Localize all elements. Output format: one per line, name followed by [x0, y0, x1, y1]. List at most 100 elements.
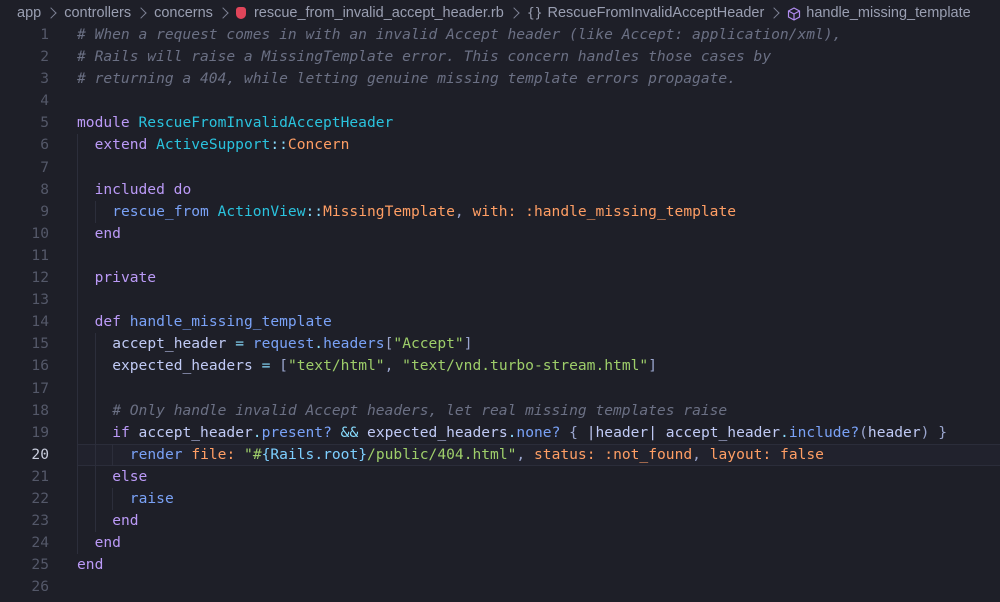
line-number[interactable]: 22	[0, 488, 49, 510]
token-class: Concern	[287, 136, 350, 154]
code-line[interactable]: 8 included do	[0, 178, 1000, 201]
code-line[interactable]: 23 end	[0, 510, 1000, 533]
code-line[interactable]: 15 accept_header = request.headers["Accep…	[0, 333, 1000, 356]
line-number[interactable]: 26	[0, 576, 49, 598]
token-kw: else	[112, 467, 148, 485]
breadcrumb-segment-controllers[interactable]: controllers	[64, 5, 131, 21]
code-line[interactable]: 1 # When a request comes in with an inval…	[0, 24, 1000, 46]
indent-guide	[77, 222, 78, 245]
token-sym: status: :not_found	[534, 445, 693, 463]
code-line[interactable]: 12 private	[0, 267, 1000, 290]
token-var: |header| accept_header	[586, 423, 781, 441]
line-number[interactable]: 10	[0, 223, 49, 245]
code-line[interactable]: 18 # Only handle invalid Accept headers, …	[0, 399, 1000, 422]
line-number[interactable]: 16	[0, 355, 49, 377]
code-text: included do	[95, 179, 192, 201]
code-line[interactable]: 20 render file: "#{Rails.root}/public/404…	[0, 443, 1000, 466]
line-number[interactable]: 5	[0, 112, 49, 134]
token-sym: layout:	[709, 445, 781, 463]
token-var: expected_headers	[112, 357, 262, 375]
indent-guide	[77, 355, 78, 378]
token-sym: with: :handle_missing_template	[472, 202, 737, 220]
line-number[interactable]: 13	[0, 289, 49, 311]
token-kw: end	[94, 534, 121, 552]
code-line[interactable]: 3 # returning a 404, while letting genuin…	[0, 68, 1000, 90]
breadcrumb-segment-module[interactable]: {} RescueFromInvalidAcceptHeader	[527, 5, 764, 21]
line-number[interactable]: 3	[0, 68, 49, 90]
code-line[interactable]: 11	[0, 244, 1000, 268]
code-text: private	[95, 267, 157, 289]
token-method: headers	[323, 335, 385, 353]
code-line[interactable]: 7	[0, 156, 1000, 179]
line-number[interactable]: 19	[0, 422, 49, 444]
code-line[interactable]: 4	[0, 90, 1000, 112]
indent-guide	[94, 465, 96, 488]
line-number[interactable]: 24	[0, 532, 49, 554]
breadcrumb-segment-file[interactable]: rescue_from_invalid_accept_header.rb	[235, 5, 504, 21]
token-punc: ) }	[920, 423, 947, 441]
code-text: if accept_header.present? && expected_he…	[112, 422, 947, 444]
code-line[interactable]: 13	[0, 289, 1000, 312]
line-number[interactable]: 9	[0, 201, 49, 223]
breadcrumb-segment-app[interactable]: app	[17, 5, 41, 21]
line-number[interactable]: 23	[0, 510, 49, 532]
line-number[interactable]: 8	[0, 179, 49, 201]
token-kw: end	[94, 224, 121, 242]
line-number[interactable]: 4	[0, 90, 49, 112]
code-line[interactable]: 26	[0, 576, 1000, 598]
indent-guide	[94, 510, 96, 533]
token-method: raise	[129, 489, 174, 507]
code-line[interactable]: 22 raise	[0, 487, 1000, 511]
line-number[interactable]: 15	[0, 333, 49, 355]
code-text: extend ActiveSupport::Concern	[95, 134, 350, 156]
line-number[interactable]: 21	[0, 466, 49, 488]
code-line[interactable]: 5 module RescueFromInvalidAcceptHeader	[0, 112, 1000, 134]
line-number[interactable]: 18	[0, 400, 49, 422]
code-line[interactable]: 9 rescue_from ActionView::MissingTemplate…	[0, 200, 1000, 223]
token-sym: file:	[191, 445, 245, 463]
indent-guide	[112, 487, 114, 511]
line-number[interactable]: 17	[0, 378, 49, 400]
code-line[interactable]: 2 # Rails will raise a MissingTemplate er…	[0, 46, 1000, 68]
code-text: raise	[130, 488, 174, 510]
indent-guide	[77, 289, 78, 312]
token-op: ::	[305, 202, 324, 220]
breadcrumb-segment-method[interactable]: handle_missing_template	[787, 5, 971, 21]
token-const: ActionView	[217, 202, 306, 220]
line-number[interactable]: 7	[0, 157, 49, 179]
chevron-right-icon	[768, 7, 780, 19]
breadcrumb-segment-concerns[interactable]: concerns	[154, 5, 213, 21]
code-line[interactable]: 21 else	[0, 465, 1000, 488]
line-number[interactable]: 11	[0, 245, 49, 267]
code-line[interactable]: 14 def handle_missing_template	[0, 311, 1000, 334]
code-line[interactable]: 24 end	[0, 532, 1000, 555]
token-kw: module	[77, 114, 139, 132]
token-kw: included	[94, 180, 174, 198]
indent-guide	[77, 421, 78, 444]
code-line[interactable]: 25 end	[0, 554, 1000, 576]
code-line[interactable]: 17	[0, 377, 1000, 400]
code-text: accept_header = request.headers["Accept"…	[112, 333, 472, 355]
token-method: request	[252, 335, 315, 353]
line-number[interactable]: 14	[0, 311, 49, 333]
code-line[interactable]: 19 if accept_header.present? && expected_…	[0, 421, 1000, 444]
line-number[interactable]: 1	[0, 24, 49, 46]
code-line[interactable]: 10 end	[0, 222, 1000, 245]
token-kw: private	[94, 269, 157, 287]
line-number[interactable]: 2	[0, 46, 49, 68]
indent-guide	[77, 311, 78, 334]
indent-guide	[94, 200, 96, 223]
line-number[interactable]: 6	[0, 134, 49, 156]
token-str: "text/html"	[287, 357, 385, 375]
code-line[interactable]: 16 expected_headers = ["text/html", "text…	[0, 355, 1000, 378]
line-number[interactable]: 25	[0, 554, 49, 576]
line-number[interactable]: 20	[0, 444, 49, 466]
code-line[interactable]: 6 extend ActiveSupport::Concern	[0, 134, 1000, 157]
token-method: handle_missing_template	[129, 313, 332, 331]
code-editor[interactable]: 1 # When a request comes in with an inval…	[0, 24, 1000, 602]
token-punc: ]	[648, 357, 657, 375]
code-text: end	[95, 532, 121, 554]
token-class: false	[780, 445, 824, 463]
indent-guide	[77, 399, 78, 422]
line-number[interactable]: 12	[0, 267, 49, 289]
